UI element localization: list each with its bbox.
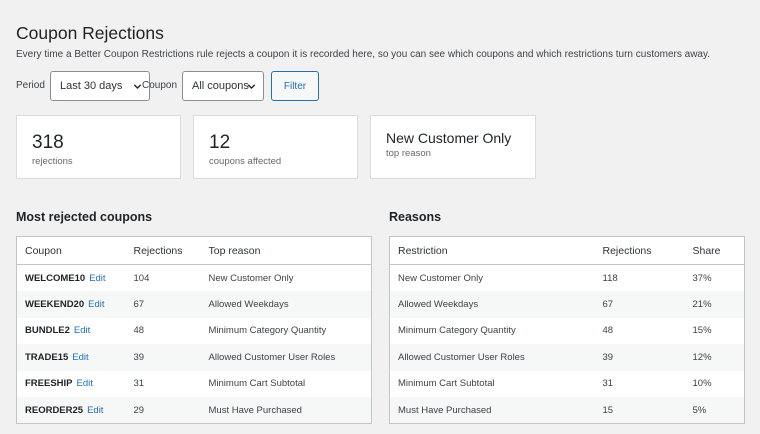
- rejections-cell: 39: [125, 344, 201, 371]
- table-row: Minimum Category Quantity 48 15%: [390, 318, 745, 345]
- period-label: Period: [16, 80, 45, 91]
- coupon-code: FREESHIP: [25, 378, 73, 390]
- reason-cell: Minimum Category Quantity: [208, 325, 327, 337]
- coupon-select[interactable]: All coupons: [182, 71, 264, 101]
- share-cell: 12%: [684, 344, 745, 371]
- share-cell: 15%: [692, 325, 712, 337]
- share-cell: 5%: [684, 397, 745, 424]
- filter-button[interactable]: Filter: [271, 71, 319, 101]
- edit-link[interactable]: Edit: [89, 273, 105, 284]
- stat-coupons-label: coupons affected: [209, 156, 282, 167]
- stat-card-top-reason: New Customer Only top reason: [370, 115, 536, 179]
- col-coupon: Coupon: [16, 236, 126, 265]
- restriction-cell: Allowed Weekdays: [389, 291, 595, 318]
- reason-cell: Must Have Purchased: [200, 397, 372, 424]
- period-select-value: Last 30 days: [60, 80, 123, 92]
- rejections-cell: 31: [602, 378, 614, 390]
- table-row: Minimum Cart Subtotal 31 10%: [390, 371, 745, 398]
- table-row: BUNDLE2 Edit 48 Minimum Category Quantity: [17, 318, 372, 345]
- col-top-reason: Top reason: [200, 236, 372, 265]
- period-select[interactable]: Last 30 days: [50, 71, 150, 101]
- coupon-code: WEEKEND20: [25, 298, 85, 310]
- rejections-cell: 48: [133, 325, 145, 337]
- rejections-cell: 15: [594, 397, 685, 424]
- reasons-heading: Reasons: [389, 210, 442, 224]
- rejections-cell: 118: [602, 272, 618, 284]
- edit-link[interactable]: Edit: [74, 325, 90, 336]
- coupon-select-value: All coupons: [192, 80, 249, 92]
- coupon-code: BUNDLE2: [25, 325, 70, 337]
- stat-card-coupons: 12 coupons affected: [193, 115, 358, 179]
- coupon-code: TRADE15: [25, 351, 69, 363]
- table-header-row: Restriction Rejections Share: [389, 236, 745, 265]
- restriction-cell: Must Have Purchased: [389, 397, 595, 424]
- coupons-heading: Most rejected coupons: [16, 210, 153, 224]
- stat-card-rejections: 318 rejections: [16, 115, 181, 179]
- share-cell: 37%: [692, 272, 712, 284]
- col-rejections: Rejections: [594, 236, 685, 265]
- restriction-cell: Allowed Customer User Roles: [389, 344, 595, 371]
- coupon-label: Coupon: [142, 80, 178, 91]
- rejections-cell: 31: [133, 378, 145, 390]
- rejections-cell: 67: [125, 291, 201, 318]
- col-share: Share: [684, 236, 745, 265]
- edit-link[interactable]: Edit: [72, 352, 88, 363]
- table-row: WEEKEND20 Edit 67 Allowed Weekdays: [16, 291, 372, 318]
- table-row: TRADE15 Edit 39 Allowed Customer User Rol…: [16, 344, 372, 371]
- edit-link[interactable]: Edit: [77, 378, 93, 389]
- table-row: Must Have Purchased 15 5%: [389, 397, 745, 424]
- edit-link[interactable]: Edit: [88, 299, 104, 310]
- rejections-cell: 48: [602, 325, 614, 337]
- restriction-cell: Minimum Category Quantity: [398, 325, 516, 337]
- reason-cell: Minimum Cart Subtotal: [208, 378, 306, 390]
- rejections-cell: 67: [594, 291, 685, 318]
- rejections-cell: 39: [594, 344, 685, 371]
- stat-coupons-value: 12: [209, 132, 231, 153]
- table-row: Allowed Customer User Roles 39 12%: [389, 344, 745, 371]
- restriction-cell: New Customer Only: [398, 272, 483, 284]
- coupon-code: REORDER25: [25, 404, 84, 416]
- table-row: Allowed Weekdays 67 21%: [389, 291, 745, 318]
- coupon-code: WELCOME10: [25, 272, 86, 284]
- coupons-table: Coupon Rejections Top reason WELCOME10 Ed…: [16, 236, 372, 424]
- reason-cell: Allowed Weekdays: [200, 291, 372, 318]
- stat-rejections-label: rejections: [32, 156, 73, 167]
- reasons-table: Restriction Rejections Share New Custome…: [389, 236, 745, 424]
- rejections-cell: 104: [133, 272, 150, 284]
- chevron-down-icon: [133, 84, 142, 89]
- restriction-cell: Minimum Cart Subtotal: [398, 378, 495, 390]
- rejections-cell: 29: [125, 397, 201, 424]
- page-title: Coupon Rejections: [16, 23, 164, 43]
- table-row: REORDER25 Edit 29 Must Have Purchased: [16, 397, 372, 424]
- col-restriction: Restriction: [389, 236, 595, 265]
- edit-link[interactable]: Edit: [87, 405, 103, 416]
- stat-rejections-value: 318: [32, 132, 64, 153]
- stat-top-reason-label: top reason: [386, 148, 431, 159]
- stat-top-reason-value: New Customer Only: [386, 130, 512, 146]
- reason-cell: New Customer Only: [208, 272, 294, 284]
- share-cell: 21%: [684, 291, 745, 318]
- chevron-down-icon: [247, 84, 256, 89]
- page-description: Every time a Better Coupon Restrictions …: [16, 49, 711, 60]
- filter-bar: Period Last 30 days Coupon All coupons F…: [16, 71, 744, 101]
- table-row: New Customer Only 118 37%: [390, 265, 745, 292]
- table-row: FREESHIP Edit 31 Minimum Cart Subtotal: [17, 371, 372, 398]
- table-header-row: Coupon Rejections Top reason: [16, 236, 372, 265]
- reason-cell: Allowed Customer User Roles: [200, 344, 372, 371]
- table-row: WELCOME10 Edit 104 New Customer Only: [17, 265, 372, 292]
- share-cell: 10%: [692, 378, 712, 390]
- col-rejections: Rejections: [125, 236, 201, 265]
